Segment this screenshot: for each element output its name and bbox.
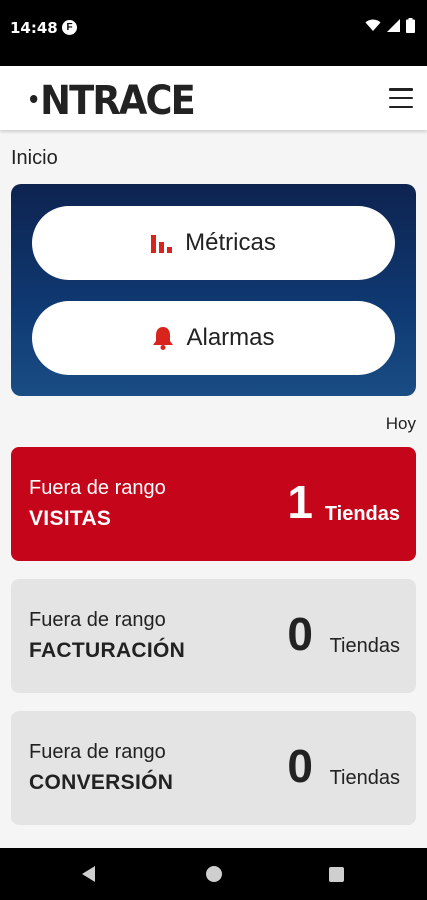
wifi-icon (365, 19, 381, 31)
card-metric: VISITAS (29, 507, 112, 530)
app-notification-icon: F (62, 20, 77, 35)
card-unit: Tiendas (324, 503, 400, 525)
card-count: 0 (287, 608, 313, 660)
status-icons (365, 18, 415, 33)
status-time: 14:48 (10, 19, 58, 37)
alarmas-label: Alarmas (186, 324, 275, 351)
back-icon[interactable] (82, 866, 95, 882)
conversion-card[interactable]: Fuera de rango CONVERSIÓN 0 Tiendas (11, 711, 416, 825)
system-navigation-bar (0, 848, 427, 900)
recents-icon[interactable] (329, 867, 344, 882)
app-header: NTRACE (0, 66, 427, 130)
card-metric: CONVERSIÓN (29, 771, 174, 794)
facturacion-card[interactable]: Fuera de rango FACTURACIÓN 0 Tiendas (11, 579, 416, 693)
card-count: 1 (287, 476, 313, 528)
logo-text: NTRACE (40, 78, 196, 124)
hamburger-menu-icon[interactable] (389, 88, 413, 108)
card-metric: FACTURACIÓN (29, 639, 186, 662)
logo-dot-icon (30, 95, 38, 103)
metricas-label: Métricas (185, 229, 276, 256)
battery-icon (406, 18, 415, 33)
card-count: 0 (287, 740, 313, 792)
signal-icon (387, 19, 400, 32)
card-subtitle: Fuera de rango (29, 477, 166, 499)
bar-chart-icon (151, 235, 173, 253)
navigation-panel: Métricas Alarmas (11, 184, 416, 396)
brand-logo[interactable]: NTRACE (30, 78, 196, 124)
metricas-button[interactable]: Métricas (32, 206, 395, 280)
card-subtitle: Fuera de rango (29, 741, 166, 763)
card-subtitle: Fuera de rango (29, 609, 166, 631)
page-title: Inicio (11, 147, 58, 169)
date-filter-label[interactable]: Hoy (386, 414, 416, 434)
visitas-card[interactable]: Fuera de rango VISITAS 1 Tiendas (11, 447, 416, 561)
home-icon[interactable] (206, 866, 222, 882)
card-unit: Tiendas (329, 635, 400, 657)
status-bar: 14:48 F (0, 0, 427, 66)
bell-icon (153, 327, 174, 350)
alarmas-button[interactable]: Alarmas (32, 301, 395, 375)
card-unit: Tiendas (329, 767, 400, 789)
